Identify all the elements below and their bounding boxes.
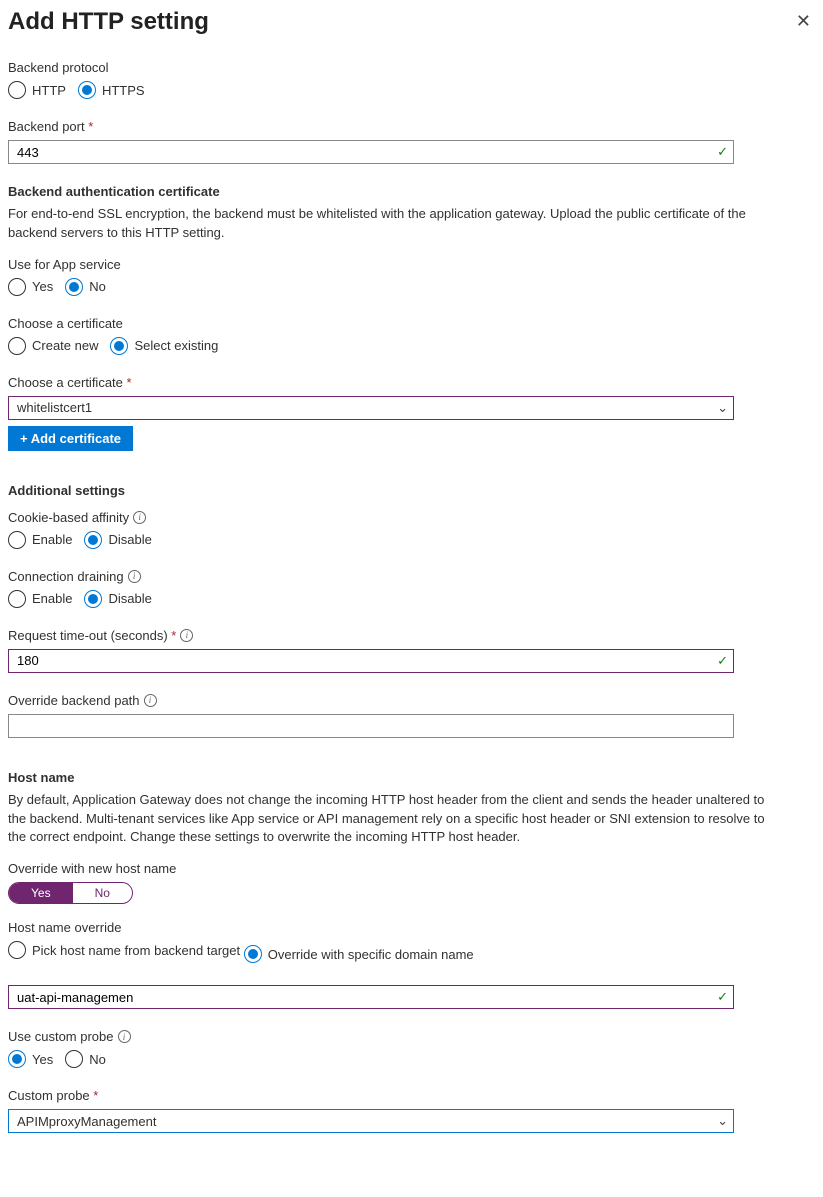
radio-icon (110, 337, 128, 355)
custom-probe-value: APIMproxyManagement (17, 1114, 156, 1129)
pill-no: No (73, 883, 132, 903)
radio-drain-disable[interactable]: Disable (84, 590, 151, 608)
hostname-input[interactable] (8, 985, 734, 1009)
radio-icon (84, 590, 102, 608)
required-star: * (85, 119, 94, 134)
required-star: * (123, 375, 132, 390)
radio-http[interactable]: HTTP (8, 81, 66, 99)
info-icon[interactable]: i (128, 570, 141, 583)
choose-cert-field: Choose a certificate * whitelistcert1 ⌄ … (8, 375, 815, 451)
custom-probe-select[interactable]: APIMproxyManagement (8, 1109, 734, 1133)
backend-protocol-field: Backend protocol HTTP HTTPS (8, 60, 815, 99)
info-icon[interactable]: i (118, 1030, 131, 1043)
radio-pick-hostname[interactable]: Pick host name from backend target (8, 941, 240, 959)
hostname-override-mode-label: Host name override (8, 920, 815, 935)
radio-yes-label: Yes (32, 279, 53, 294)
override-backend-path-field: Override backend path i (8, 693, 815, 738)
panel-header: Add HTTP setting ✕ (8, 8, 815, 36)
request-timeout-label: Request time-out (seconds) (8, 628, 168, 643)
choose-cert-value: whitelistcert1 (17, 400, 92, 415)
cookie-affinity-label: Cookie-based affinity (8, 510, 129, 525)
radio-pick-label: Pick host name from backend target (32, 943, 240, 958)
use-for-app-service-field: Use for App service Yes No (8, 257, 815, 296)
radio-icon (8, 337, 26, 355)
radio-icon (8, 531, 26, 549)
connection-draining-field: Connection draining i Enable Disable (8, 569, 815, 608)
radio-https-label: HTTPS (102, 83, 145, 98)
radio-icon (8, 590, 26, 608)
backend-auth-heading: Backend authentication certificate (8, 184, 815, 199)
custom-probe-label: Custom probe (8, 1088, 90, 1103)
radio-no-label: No (89, 1052, 106, 1067)
choose-cert-mode-label: Choose a certificate (8, 316, 815, 331)
radio-cookie-enable[interactable]: Enable (8, 531, 72, 549)
host-name-description: By default, Application Gateway does not… (8, 791, 768, 848)
pill-yes: Yes (9, 883, 73, 903)
radio-cookie-disable[interactable]: Disable (84, 531, 151, 549)
host-name-heading: Host name (8, 770, 815, 785)
choose-cert-select[interactable]: whitelistcert1 (8, 396, 734, 420)
radio-enable-label: Enable (32, 591, 72, 606)
request-timeout-field: Request time-out (seconds) * i ✓ (8, 628, 815, 673)
override-backend-path-input[interactable] (8, 714, 734, 738)
radio-create-label: Create new (32, 338, 98, 353)
radio-appservice-yes[interactable]: Yes (8, 278, 53, 296)
info-icon[interactable]: i (180, 629, 193, 642)
info-icon[interactable]: i (144, 694, 157, 707)
radio-disable-label: Disable (108, 591, 151, 606)
radio-icon (78, 81, 96, 99)
connection-draining-label: Connection draining (8, 569, 124, 584)
backend-auth-description: For end-to-end SSL encryption, the backe… (8, 205, 768, 243)
required-star: * (90, 1088, 99, 1103)
radio-drain-enable[interactable]: Enable (8, 590, 72, 608)
cookie-affinity-field: Cookie-based affinity i Enable Disable (8, 510, 815, 549)
backend-protocol-label: Backend protocol (8, 60, 815, 75)
choose-cert-label: Choose a certificate (8, 375, 123, 390)
backend-port-field: Backend port * ✓ (8, 119, 815, 164)
radio-specific-label: Override with specific domain name (268, 947, 474, 962)
radio-probe-yes[interactable]: Yes (8, 1050, 53, 1068)
hostname-value-field: ✓ (8, 985, 815, 1009)
radio-icon (8, 81, 26, 99)
radio-icon (8, 1050, 26, 1068)
radio-probe-no[interactable]: No (65, 1050, 106, 1068)
close-icon[interactable]: ✕ (792, 8, 815, 34)
required-star: * (168, 628, 177, 643)
backend-port-label: Backend port (8, 119, 85, 134)
radio-icon (8, 278, 26, 296)
request-timeout-input[interactable] (8, 649, 734, 673)
radio-select-label: Select existing (134, 338, 218, 353)
radio-http-label: HTTP (32, 83, 66, 98)
radio-icon (84, 531, 102, 549)
custom-probe-field: Custom probe * APIMproxyManagement ⌄ (8, 1088, 815, 1133)
backend-port-input[interactable] (8, 140, 734, 164)
override-hostname-label: Override with new host name (8, 861, 815, 876)
radio-no-label: No (89, 279, 106, 294)
override-backend-path-label: Override backend path (8, 693, 140, 708)
use-for-app-service-label: Use for App service (8, 257, 815, 272)
info-icon[interactable]: i (133, 511, 146, 524)
radio-icon (8, 941, 26, 959)
additional-settings-heading: Additional settings (8, 483, 815, 498)
radio-appservice-no[interactable]: No (65, 278, 106, 296)
radio-enable-label: Enable (32, 532, 72, 547)
use-custom-probe-label: Use custom probe (8, 1029, 114, 1044)
radio-icon (65, 278, 83, 296)
radio-cert-select[interactable]: Select existing (110, 337, 218, 355)
page-title: Add HTTP setting (8, 8, 209, 36)
radio-cert-create[interactable]: Create new (8, 337, 98, 355)
radio-icon (244, 945, 262, 963)
radio-specific-hostname[interactable]: Override with specific domain name (244, 945, 474, 963)
radio-icon (65, 1050, 83, 1068)
radio-disable-label: Disable (108, 532, 151, 547)
radio-https[interactable]: HTTPS (78, 81, 145, 99)
add-certificate-button[interactable]: + Add certificate (8, 426, 133, 451)
override-hostname-toggle[interactable]: Yes No (8, 882, 133, 904)
radio-yes-label: Yes (32, 1052, 53, 1067)
choose-cert-mode-field: Choose a certificate Create new Select e… (8, 316, 815, 355)
use-custom-probe-field: Use custom probe i Yes No (8, 1029, 815, 1068)
